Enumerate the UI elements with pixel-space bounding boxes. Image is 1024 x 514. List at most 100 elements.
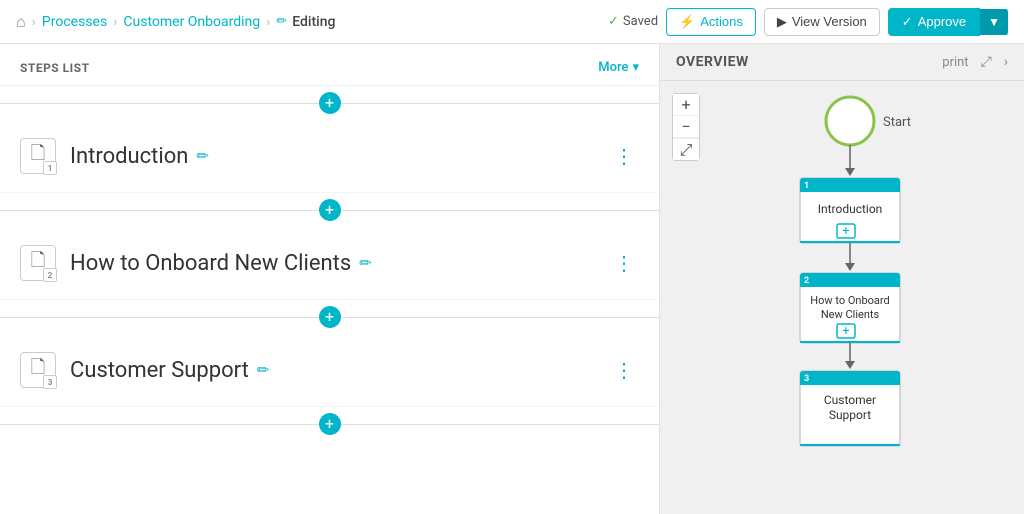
breadcrumb-sep-3: › (266, 14, 270, 30)
node-2-label-2: New Clients (821, 308, 880, 321)
add-line-right-3 (341, 424, 660, 425)
step-3-edit-icon[interactable]: ✏ (257, 361, 270, 379)
node-3-num: 3 (804, 374, 809, 384)
more-label: More (598, 60, 628, 75)
zoom-out-button[interactable]: − (673, 116, 699, 138)
processes-link[interactable]: Processes (42, 14, 107, 30)
view-version-button[interactable]: ▶ View Version (764, 8, 880, 36)
zoom-in-button[interactable]: + (673, 94, 699, 116)
add-row-3: + (0, 407, 659, 441)
editing-label: ✏ Editing (276, 14, 335, 30)
step-2-edit-icon[interactable]: ✏ (359, 254, 372, 272)
node-2-bottom (800, 341, 900, 343)
add-step-button-0[interactable]: + (319, 92, 341, 114)
zoom-fullscreen-button[interactable]: ⤢ (673, 138, 699, 160)
node-3-header-fill (800, 378, 900, 385)
add-step-button-3[interactable]: + (319, 413, 341, 435)
node-3-label-2: Support (829, 408, 871, 422)
add-row-1: + (0, 193, 659, 227)
more-button[interactable]: More ▾ (598, 60, 639, 75)
editing-text: Editing (292, 14, 335, 30)
add-line-right (341, 103, 660, 104)
node-3-label-1: Customer (824, 393, 876, 407)
breadcrumb-sep-2: › (113, 14, 117, 30)
start-label: Start (883, 115, 911, 130)
step-row-2: 🗋 2 How to Onboard New Clients ✏ ⋮ (0, 227, 659, 300)
add-line-right-1 (341, 210, 660, 211)
step-name-3: Customer Support ✏ (70, 358, 596, 383)
step-1-label: Introduction (70, 144, 188, 169)
start-circle (826, 97, 874, 145)
step-icon-2: 🗋 2 (20, 245, 56, 281)
node-2-plus-icon: + (842, 324, 849, 339)
main-layout: STEPS LIST More ▾ + 🗋 1 Introduction ✏ ⋮ (0, 44, 1024, 514)
approve-check-icon: ✓ (902, 14, 913, 30)
add-step-button-2[interactable]: + (319, 306, 341, 328)
step-row-1: 🗋 1 Introduction ✏ ⋮ (0, 120, 659, 193)
overview-header: OVERVIEW print ⤢ › (660, 44, 1024, 81)
steps-list-title: STEPS LIST (20, 61, 90, 75)
topnav-right: ✓ Saved ⚡ Actions ▶ View Version ✓ Appro… (608, 8, 1008, 36)
zoom-controls: + − ⤢ (672, 93, 700, 161)
step-name-1: Introduction ✏ (70, 144, 596, 169)
approve-label: Approve (918, 14, 966, 29)
step-row-3: 🗋 3 Customer Support ✏ ⋮ (0, 334, 659, 407)
print-link[interactable]: print (942, 55, 968, 70)
check-icon: ✓ (608, 14, 619, 29)
overview-actions: print ⤢ › (942, 54, 1008, 70)
node-2-label-1: How to Onboard (810, 294, 890, 307)
node-3-bottom (800, 444, 900, 446)
chevron-down-icon: ▾ (632, 60, 639, 75)
editing-pencil-icon: ✏ (276, 14, 287, 29)
add-line-right-2 (341, 317, 660, 318)
step-name-2: How to Onboard New Clients ✏ (70, 251, 596, 276)
arrow-head-2 (845, 263, 855, 271)
saved-badge: ✓ Saved (608, 14, 658, 29)
customer-onboarding-link[interactable]: Customer Onboarding (123, 14, 260, 30)
right-panel: OVERVIEW print ⤢ › + − ⤢ Star (660, 44, 1024, 514)
add-line-left-1 (0, 210, 319, 211)
step-num-2: 2 (43, 268, 57, 282)
node-1-plus-icon: + (842, 224, 849, 239)
home-icon[interactable]: ⌂ (16, 12, 26, 32)
overview-title: OVERVIEW (676, 54, 749, 70)
bolt-icon: ⚡ (679, 14, 695, 30)
next-icon[interactable]: › (1004, 54, 1008, 70)
steps-header: STEPS LIST More ▾ (0, 44, 659, 86)
breadcrumb-sep-1: › (32, 14, 36, 30)
node-1-num: 1 (804, 181, 809, 191)
play-icon: ▶ (777, 14, 787, 30)
step-num-1: 1 (43, 161, 57, 175)
node-2-num: 2 (804, 276, 809, 286)
step-icon-3: 🗋 3 (20, 352, 56, 388)
arrow-head-3 (845, 361, 855, 369)
step-1-edit-icon[interactable]: ✏ (196, 147, 209, 165)
chevron-down-icon: ▼ (988, 15, 1000, 29)
add-line-left (0, 103, 319, 104)
flow-diagram: Start 1 Introduction + 2 How to Onboard (720, 86, 1020, 507)
step-icon-1: 🗋 1 (20, 138, 56, 174)
topnav: ⌂ › Processes › Customer Onboarding › ✏ … (0, 0, 1024, 44)
arrow-head-1 (845, 168, 855, 176)
step-1-menu[interactable]: ⋮ (610, 144, 639, 168)
actions-label: Actions (700, 14, 743, 29)
actions-button[interactable]: ⚡ Actions (666, 8, 756, 36)
saved-label: Saved (623, 14, 658, 29)
step-2-menu[interactable]: ⋮ (610, 251, 639, 275)
add-row-top: + (0, 86, 659, 120)
add-line-left-3 (0, 424, 319, 425)
step-num-3: 3 (43, 375, 57, 389)
view-version-label: View Version (792, 14, 867, 29)
overview-canvas: + − ⤢ Start 1 Introduction + (660, 81, 1024, 507)
step-3-menu[interactable]: ⋮ (610, 358, 639, 382)
add-step-button-1[interactable]: + (319, 199, 341, 221)
expand-icon[interactable]: ⤢ (981, 54, 992, 70)
left-panel: STEPS LIST More ▾ + 🗋 1 Introduction ✏ ⋮ (0, 44, 660, 514)
node-1-label: Introduction (818, 202, 883, 216)
approve-dropdown-button[interactable]: ▼ (980, 9, 1008, 35)
breadcrumb: ⌂ › Processes › Customer Onboarding › ✏ … (16, 12, 335, 32)
add-row-2: + (0, 300, 659, 334)
approve-button[interactable]: ✓ Approve (888, 8, 980, 36)
step-2-label: How to Onboard New Clients (70, 251, 351, 276)
node-1-bottom (800, 241, 900, 243)
